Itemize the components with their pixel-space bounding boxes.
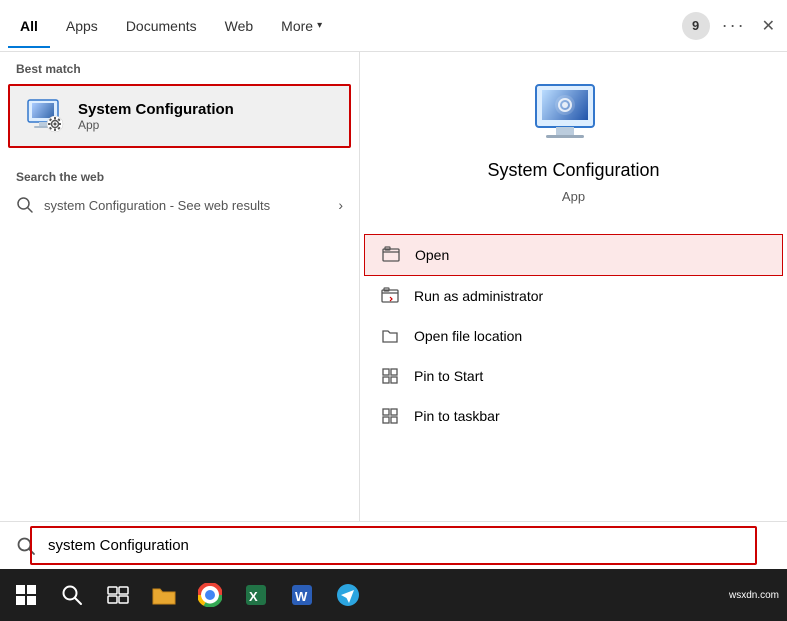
context-open-location[interactable]: Open file location [360,316,787,356]
chevron-right-icon: › [338,197,343,213]
best-match-text: System Configuration App [78,101,234,132]
web-search-item[interactable]: system Configuration - See web results › [0,188,359,222]
web-section: Search the web system Configuration - Se… [0,160,359,222]
context-run-admin[interactable]: Run as administrator [360,276,787,316]
chevron-down-icon: ▾ [317,20,322,31]
excel-button[interactable]: X [234,573,278,617]
file-explorer-button[interactable] [142,573,186,617]
best-match-label: Best match [0,52,359,80]
context-menu: Open Run as administrator [360,234,787,436]
best-match-item[interactable]: System Configuration App [8,84,351,148]
open-icon [381,245,401,265]
system-config-icon [26,96,66,136]
best-match-sub: App [78,118,234,132]
context-pin-taskbar-label: Pin to taskbar [414,408,500,424]
tab-bar-right: 9 ··· ✕ [682,12,779,40]
start-button[interactable] [4,573,48,617]
tab-all[interactable]: All [8,4,50,48]
pin-taskbar-icon [380,406,400,426]
context-open[interactable]: Open [364,234,783,276]
search-input[interactable] [48,537,771,554]
context-open-label: Open [415,247,449,263]
tab-bar: All Apps Documents Web More ▾ 9 ··· ✕ [0,0,787,52]
context-open-location-label: Open file location [414,328,522,344]
close-icon[interactable]: ✕ [758,16,779,36]
pin-start-icon [380,366,400,386]
best-match-title: System Configuration [78,101,234,118]
taskbar: X W wsxdn.com [0,569,787,621]
watermark-text: wsxdn.com [725,590,783,601]
svg-text:X: X [249,589,258,604]
search-bar-icon [16,536,36,556]
app-detail-sub: App [562,189,585,204]
web-section-label: Search the web [0,160,359,188]
app-detail-title: System Configuration [487,160,659,181]
search-bar [0,521,787,569]
taskbar-search[interactable] [50,573,94,617]
context-pin-start-label: Pin to Start [414,368,483,384]
result-count-badge[interactable]: 9 [682,12,710,40]
tab-apps[interactable]: Apps [54,4,110,48]
search-icon [16,196,34,214]
folder-icon [380,326,400,346]
run-admin-icon [380,286,400,306]
word-button[interactable]: W [280,573,324,617]
context-pin-start[interactable]: Pin to Start [360,356,787,396]
telegram-button[interactable] [326,573,370,617]
chrome-button[interactable] [188,573,232,617]
taskbar-right: wsxdn.com [725,590,783,601]
taskview-button[interactable] [96,573,140,617]
context-run-admin-label: Run as administrator [414,288,543,304]
tab-more[interactable]: More ▾ [269,4,334,48]
tab-web[interactable]: Web [213,4,266,48]
svg-text:W: W [295,589,308,604]
app-detail: System Configuration App [360,52,787,224]
app-detail-icon [534,82,614,152]
more-options-icon[interactable]: ··· [718,15,750,36]
tab-documents[interactable]: Documents [114,4,209,48]
web-item-text: system Configuration - See web results [44,198,270,213]
context-pin-taskbar[interactable]: Pin to taskbar [360,396,787,436]
